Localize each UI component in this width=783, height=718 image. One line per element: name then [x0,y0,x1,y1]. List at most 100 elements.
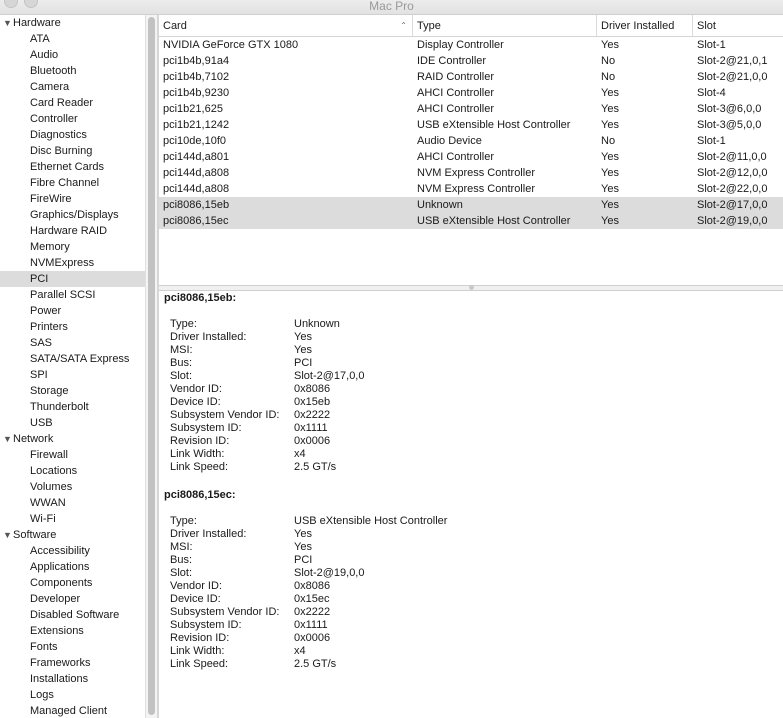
detail-field: Subsystem Vendor ID: 0x2222 [164,409,330,422]
sidebar-item-volumes[interactable]: Volumes [0,479,145,495]
sidebar-item-printers[interactable]: Printers [0,319,145,335]
detail-pane: pci8086,15eb: Type: Unknown Driver Installe… [159,291,783,718]
sidebar-item-sas[interactable]: SAS [0,335,145,351]
table-row[interactable]: pci1b4b,7102 RAID Controller No Slot-2@21,0… [159,69,783,85]
table-cell: Unknown [417,199,463,211]
table-row[interactable]: NVIDIA GeForce GTX 1080 Display Controlle… [159,37,783,53]
sidebar-item-logs[interactable]: Logs [0,687,145,703]
sidebar-item-ata[interactable]: ATA [0,31,145,47]
device-detail-block: pci8086,15eb: Type: Unknown Driver Installe… [164,291,365,474]
sidebar-item-spi[interactable]: SPI [0,367,145,383]
table-body: NVIDIA GeForce GTX 1080 Display Controlle… [159,37,783,229]
sidebar-item-fonts[interactable]: Fonts [0,639,145,655]
detail-field-value: 0x2222 [294,606,331,618]
sidebar-item-sata-sata-express[interactable]: SATA/SATA Express [0,351,145,367]
table-row[interactable]: pci1b21,625 AHCI Controller Yes Slot-3@6,0,… [159,101,783,117]
sidebar-item-graphics-displays[interactable]: Graphics/Displays [0,207,145,223]
detail-field-value: PCI [294,357,313,369]
sidebar-scrollbar-thumb[interactable] [148,17,155,715]
table-row[interactable]: pci10de,10f0 Audio Device No Slot-1 [159,133,783,149]
table-cell: IDE Controller [417,55,487,67]
detail-field-label: Driver Installed: [170,331,247,343]
sidebar-item-nvmexpress[interactable]: NVMExpress [0,255,145,271]
table-cell: Yes [601,151,619,163]
table-row[interactable]: pci8086,15eb Unknown Yes Slot-2@17,0,0 [159,197,783,213]
sidebar-item-power[interactable]: Power [0,303,145,319]
table-cell: Slot-4 [697,87,726,99]
table-cell: Audio Device [417,135,482,147]
column-header-slot[interactable]: Slot [693,15,783,36]
detail-field-value: Yes [294,528,312,540]
sidebar-item-wwan[interactable]: WWAN [0,495,145,511]
sidebar-group-software[interactable]: ▼Software [0,527,145,543]
sidebar-item-wi-fi[interactable]: Wi-Fi [0,511,145,527]
sidebar-item-firewire[interactable]: FireWire [0,191,145,207]
table-header: Card ⌃ Type Driver Installed Slot [159,15,783,37]
table-cell: Yes [601,39,619,51]
detail-field-label: Link Width: [170,645,225,657]
sidebar-item-developer[interactable]: Developer [0,591,145,607]
table-row[interactable]: pci8086,15ec USB eXtensible Host Controll… [159,213,783,229]
sidebar-item-controller[interactable]: Controller [0,111,145,127]
device-table: Card ⌃ Type Driver Installed Slot NVIDIA… [159,15,783,285]
detail-field-label: Subsystem Vendor ID: [170,606,280,618]
sidebar-group-hardware[interactable]: ▼Hardware [0,15,145,31]
table-row[interactable]: pci1b4b,9230 AHCI Controller Yes Slot-4 [159,85,783,101]
sidebar-item-camera[interactable]: Camera [0,79,145,95]
detail-field-label: Type: [170,515,197,527]
sidebar-item-locations[interactable]: Locations [0,463,145,479]
table-cell: pci144d,a808 [163,167,230,179]
sidebar-item-ethernet-cards[interactable]: Ethernet Cards [0,159,145,175]
column-header-driver-installed[interactable]: Driver Installed [597,15,693,36]
title-bar: Mac Pro [0,0,783,15]
sidebar-item-bluetooth[interactable]: Bluetooth [0,63,145,79]
sidebar-item-hardware-raid[interactable]: Hardware RAID [0,223,145,239]
table-cell: Yes [601,87,619,99]
sidebar-item-memory[interactable]: Memory [0,239,145,255]
sidebar-item-usb[interactable]: USB [0,415,145,431]
sidebar-item-components[interactable]: Components [0,575,145,591]
table-cell: Slot-1 [697,39,726,51]
table-row[interactable]: pci144d,a808 NVM Express Controller Yes Slo… [159,165,783,181]
sidebar-item-installations[interactable]: Installations [0,671,145,687]
disclosure-triangle-down-icon[interactable]: ▼ [3,527,13,543]
disclosure-triangle-down-icon[interactable]: ▼ [3,15,13,31]
detail-field-label: MSI: [170,541,193,553]
sidebar-item-parallel-scsi[interactable]: Parallel SCSI [0,287,145,303]
table-row[interactable]: pci144d,a808 NVM Express Controller Yes Slo… [159,181,783,197]
sidebar-group-network[interactable]: ▼Network [0,431,145,447]
detail-field-value: 2.5 GT/s [294,658,337,670]
sidebar-item-accessibility[interactable]: Accessibility [0,543,145,559]
sidebar-item-audio[interactable]: Audio [0,47,145,63]
sidebar-item-storage[interactable]: Storage [0,383,145,399]
detail-field: Vendor ID: 0x8086 [164,580,330,593]
table-cell: Yes [601,199,619,211]
sidebar-item-thunderbolt[interactable]: Thunderbolt [0,399,145,415]
sidebar-item-disc-burning[interactable]: Disc Burning [0,143,145,159]
table-row[interactable]: pci1b21,1242 USB eXtensible Host Controll… [159,117,783,133]
sidebar-item-diagnostics[interactable]: Diagnostics [0,127,145,143]
column-header-type[interactable]: Type [413,15,597,36]
table-row[interactable]: pci1b4b,91a4 IDE Controller No Slot-2@21,0,… [159,53,783,69]
table-cell: pci10de,10f0 [163,135,226,147]
sidebar-item-managed-client[interactable]: Managed Client [0,703,145,718]
table-cell: Yes [601,167,619,179]
disclosure-triangle-down-icon[interactable]: ▼ [3,431,13,447]
detail-field: Link Speed: 2.5 GT/s [164,658,336,671]
sidebar-item-pci[interactable]: PCI [0,271,145,287]
sidebar-item-applications[interactable]: Applications [0,559,145,575]
sidebar-item-fibre-channel[interactable]: Fibre Channel [0,175,145,191]
table-cell: pci1b21,625 [163,103,223,115]
sidebar-item-firewall[interactable]: Firewall [0,447,145,463]
column-header-card[interactable]: Card ⌃ [159,15,413,36]
detail-field-value: 2.5 GT/s [294,461,337,473]
table-row[interactable]: pci144d,a801 AHCI Controller Yes Slot-2@11,… [159,149,783,165]
sidebar-item-card-reader[interactable]: Card Reader [0,95,145,111]
sidebar-item-disabled-software[interactable]: Disabled Software [0,607,145,623]
detail-field-value: 0x8086 [294,383,331,395]
sidebar-item-extensions[interactable]: Extensions [0,623,145,639]
table-cell: Slot-3@5,0,0 [697,119,762,131]
sidebar-item-frameworks[interactable]: Frameworks [0,655,145,671]
detail-field: Type: Unknown [164,318,340,331]
table-cell: NVIDIA GeForce GTX 1080 [163,39,299,51]
